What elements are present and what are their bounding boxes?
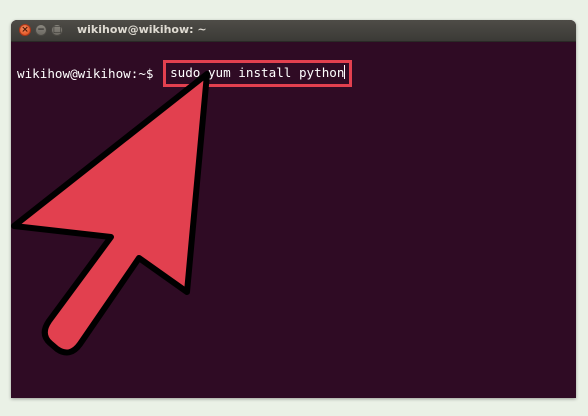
command-text[interactable]: sudo yum install python [170,65,344,80]
text-cursor [344,65,346,79]
maximize-icon[interactable]: □ [51,24,63,36]
close-icon[interactable]: × [19,24,31,36]
title-bar[interactable]: × − □ wikihow@wikihow: ~ [11,20,576,42]
command-line[interactable]: wikihow@wikihow:~$ sudo yum install pyth… [17,60,353,88]
command-highlight-box: sudo yum install python [163,60,353,87]
window-title: wikihow@wikihow: ~ [77,23,207,36]
shell-prompt: wikihow@wikihow:~$ [17,66,162,81]
screenshot-stage: × − □ wikihow@wikihow: ~ wikihow@wikihow… [0,0,588,416]
terminal-window: × − □ wikihow@wikihow: ~ wikihow@wikihow… [11,20,576,398]
minimize-icon[interactable]: − [35,24,47,36]
terminal-body[interactable]: wikihow@wikihow:~$ sudo yum install pyth… [11,42,576,398]
